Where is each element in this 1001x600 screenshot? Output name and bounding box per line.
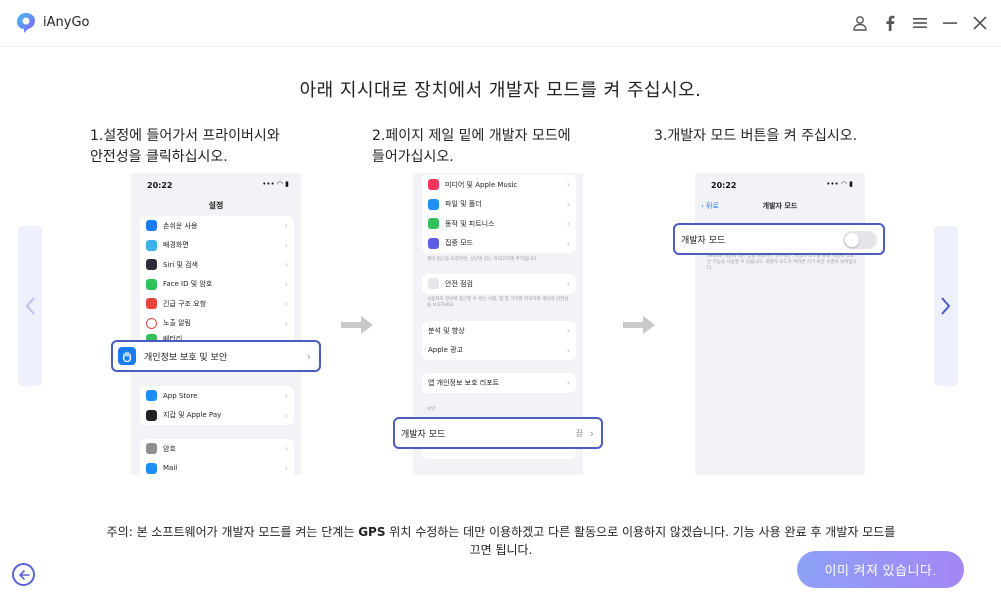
safety-check-group: 안전 점검 ›	[422, 274, 576, 294]
security-section-label: 보안	[427, 407, 436, 412]
developer-mode-header: 개발자 모드	[762, 202, 798, 210]
back-button[interactable]	[12, 563, 35, 586]
step-1-line-2: 안전성을 클릭하십시오.	[90, 149, 228, 165]
step-1-line-1: 1.설정에 들어가서 프라이버시와	[90, 128, 280, 144]
developer-mode-highlight: 개발자 모드 끔 ›	[393, 417, 603, 449]
step-3-line-1: 3.개발자 모드 버튼을 켜 주십시오.	[654, 128, 858, 144]
privacy-group-1: 미디어 및 Apple Music › 파일 및 폴더 › 동작 및 피트니스 › 집…	[422, 175, 576, 253]
app-name: iAnyGo	[43, 15, 90, 30]
exposure-icon	[146, 317, 157, 329]
people-icon	[428, 278, 439, 290]
list-item: Siri 및 검색 ›	[140, 255, 294, 275]
privacy-group-2: 분석 및 향상 › Apple 광고 ›	[422, 321, 576, 360]
developer-mode-toggle	[843, 231, 877, 249]
close-icon[interactable]	[970, 13, 990, 33]
notice-text: 주의: 본 소프트웨어가 개발자 모드를 켜는 단계는 GPS 위치 수정하는 …	[106, 525, 896, 557]
step-2-line-1: 2.페이지 제일 밑에 개발자 모드에	[372, 128, 571, 144]
status-time: 20:22	[711, 181, 737, 190]
list-item: 집중 모드 ›	[422, 234, 576, 254]
wallpaper-icon	[146, 239, 157, 251]
safety-note: 사용자의 정보에 접근할 수 있는 사람, 앱 및 기기를 파악하여 개인의 안…	[427, 297, 569, 308]
folder-icon	[428, 198, 439, 210]
list-item: Face ID 및 암호 ›	[140, 275, 294, 295]
arrow-right-icon	[341, 316, 373, 334]
sos-icon	[146, 298, 157, 310]
arrow-left-icon	[18, 569, 30, 580]
list-item: Mail ›	[140, 459, 294, 476]
previous-slide-button[interactable]	[18, 226, 42, 386]
minimize-icon[interactable]	[940, 13, 960, 33]
mail-icon	[146, 462, 157, 474]
menu-icon[interactable]	[910, 13, 930, 33]
password-icon	[146, 443, 157, 455]
privacy-note: 앱이 접근을 요청하면, 상단에 있는 카테고리에 추가됩니다.	[427, 257, 538, 262]
privacy-security-label: 개인정보 보호 및 보안	[144, 352, 228, 363]
step-1-label: 1.설정에 들어가서 프라이버시와 안전성을 클릭하십시오.	[90, 126, 280, 168]
status-icons: ••• ◠ ▮	[826, 180, 853, 188]
step-2-line-2: 들어가십시오.	[372, 149, 454, 165]
title-bar: iAnyGo	[0, 0, 1001, 46]
phone-screenshot-settings: 20:22 ••• ◠ ▮ 설정 손쉬운 사용 › 배경화면 › Siri 및 검색…	[131, 173, 301, 475]
face-id-icon	[146, 278, 157, 290]
settings-group-1: 손쉬운 사용 › 배경화면 › Siri 및 검색 › Face ID 및 암호 › 긴…	[140, 216, 294, 345]
page-title: 아래 지시대로 장치에서 개발자 모드를 켜 주십시오.	[299, 80, 702, 101]
list-item: 지갑 및 Apple Pay ›	[140, 406, 294, 426]
settings-group-3: 암호 › Mail ›	[140, 439, 294, 475]
wallet-icon	[146, 409, 157, 421]
chevron-right-icon	[941, 297, 951, 315]
phone-screenshot-developer-mode: 20:22 ••• ◠ ▮ ‹ 뒤로 개발자 모드 iPhone 개발에 대한 …	[695, 173, 865, 475]
privacy-security-highlight: 개인정보 보호 및 보안 ›	[111, 340, 321, 372]
list-item: 앱 개인정보 보호 리포트 ›	[428, 378, 570, 388]
arrow-right-icon	[623, 316, 655, 334]
list-item: 암호 ›	[140, 439, 294, 459]
fitness-icon	[428, 218, 439, 230]
music-icon	[428, 179, 439, 191]
list-item: 배경화면 ›	[140, 236, 294, 256]
list-item: App Store ›	[140, 386, 294, 406]
developer-mode-value: 끔	[575, 428, 583, 438]
list-item: 파일 및 폴더 ›	[422, 195, 576, 215]
app-store-icon	[146, 390, 157, 402]
chevron-left-icon	[25, 297, 35, 315]
status-icons: ••• ◠ ▮	[262, 180, 289, 188]
title-divider	[0, 46, 1001, 47]
list-item: 동작 및 피트니스 ›	[422, 214, 576, 234]
list-item: 긴급 구조 요청 ›	[140, 294, 294, 314]
user-icon[interactable]	[850, 13, 870, 33]
list-item: 안전 점검 ›	[422, 274, 576, 294]
list-item: 노출 알림 ›	[140, 314, 294, 334]
hand-icon	[118, 347, 136, 365]
privacy-group-3: 앱 개인정보 보호 리포트 ›	[422, 373, 576, 393]
siri-icon	[146, 259, 157, 271]
next-slide-button[interactable]	[934, 226, 958, 386]
settings-group-2: App Store › 지갑 및 Apple Pay ›	[140, 386, 294, 425]
list-item: 미디어 및 Apple Music ›	[422, 175, 576, 195]
accessibility-icon	[146, 220, 157, 232]
settings-header: 설정	[208, 201, 224, 210]
developer-mode-label: 개발자 모드	[401, 429, 446, 440]
developer-mode-note: iPhone 개발에 대한 앱을 개발하는 경우에는, 개발자 모드를 통해 개…	[707, 254, 857, 271]
focus-icon	[428, 237, 439, 249]
list-item: Apple 광고 ›	[428, 345, 570, 355]
step-3-label: 3.개발자 모드 버튼을 켜 주십시오.	[654, 126, 857, 147]
developer-mode-toggle-label: 개발자 모드	[681, 235, 726, 246]
status-time: 20:22	[147, 181, 173, 190]
facebook-icon[interactable]	[880, 13, 900, 33]
list-item: 분석 및 향상 ›	[428, 326, 570, 336]
chevron-right-icon: ›	[589, 426, 594, 440]
developer-mode-toggle-highlight: 개발자 모드	[673, 223, 885, 255]
iany-go-logo	[17, 13, 35, 33]
step-2-label: 2.페이지 제일 밑에 개발자 모드에 들어가십시오.	[372, 126, 571, 168]
already-enabled-button[interactable]: 이미 켜져 있습니다.	[797, 551, 964, 588]
chevron-right-icon: ›	[306, 349, 311, 363]
list-item: 손쉬운 사용 ›	[140, 216, 294, 236]
